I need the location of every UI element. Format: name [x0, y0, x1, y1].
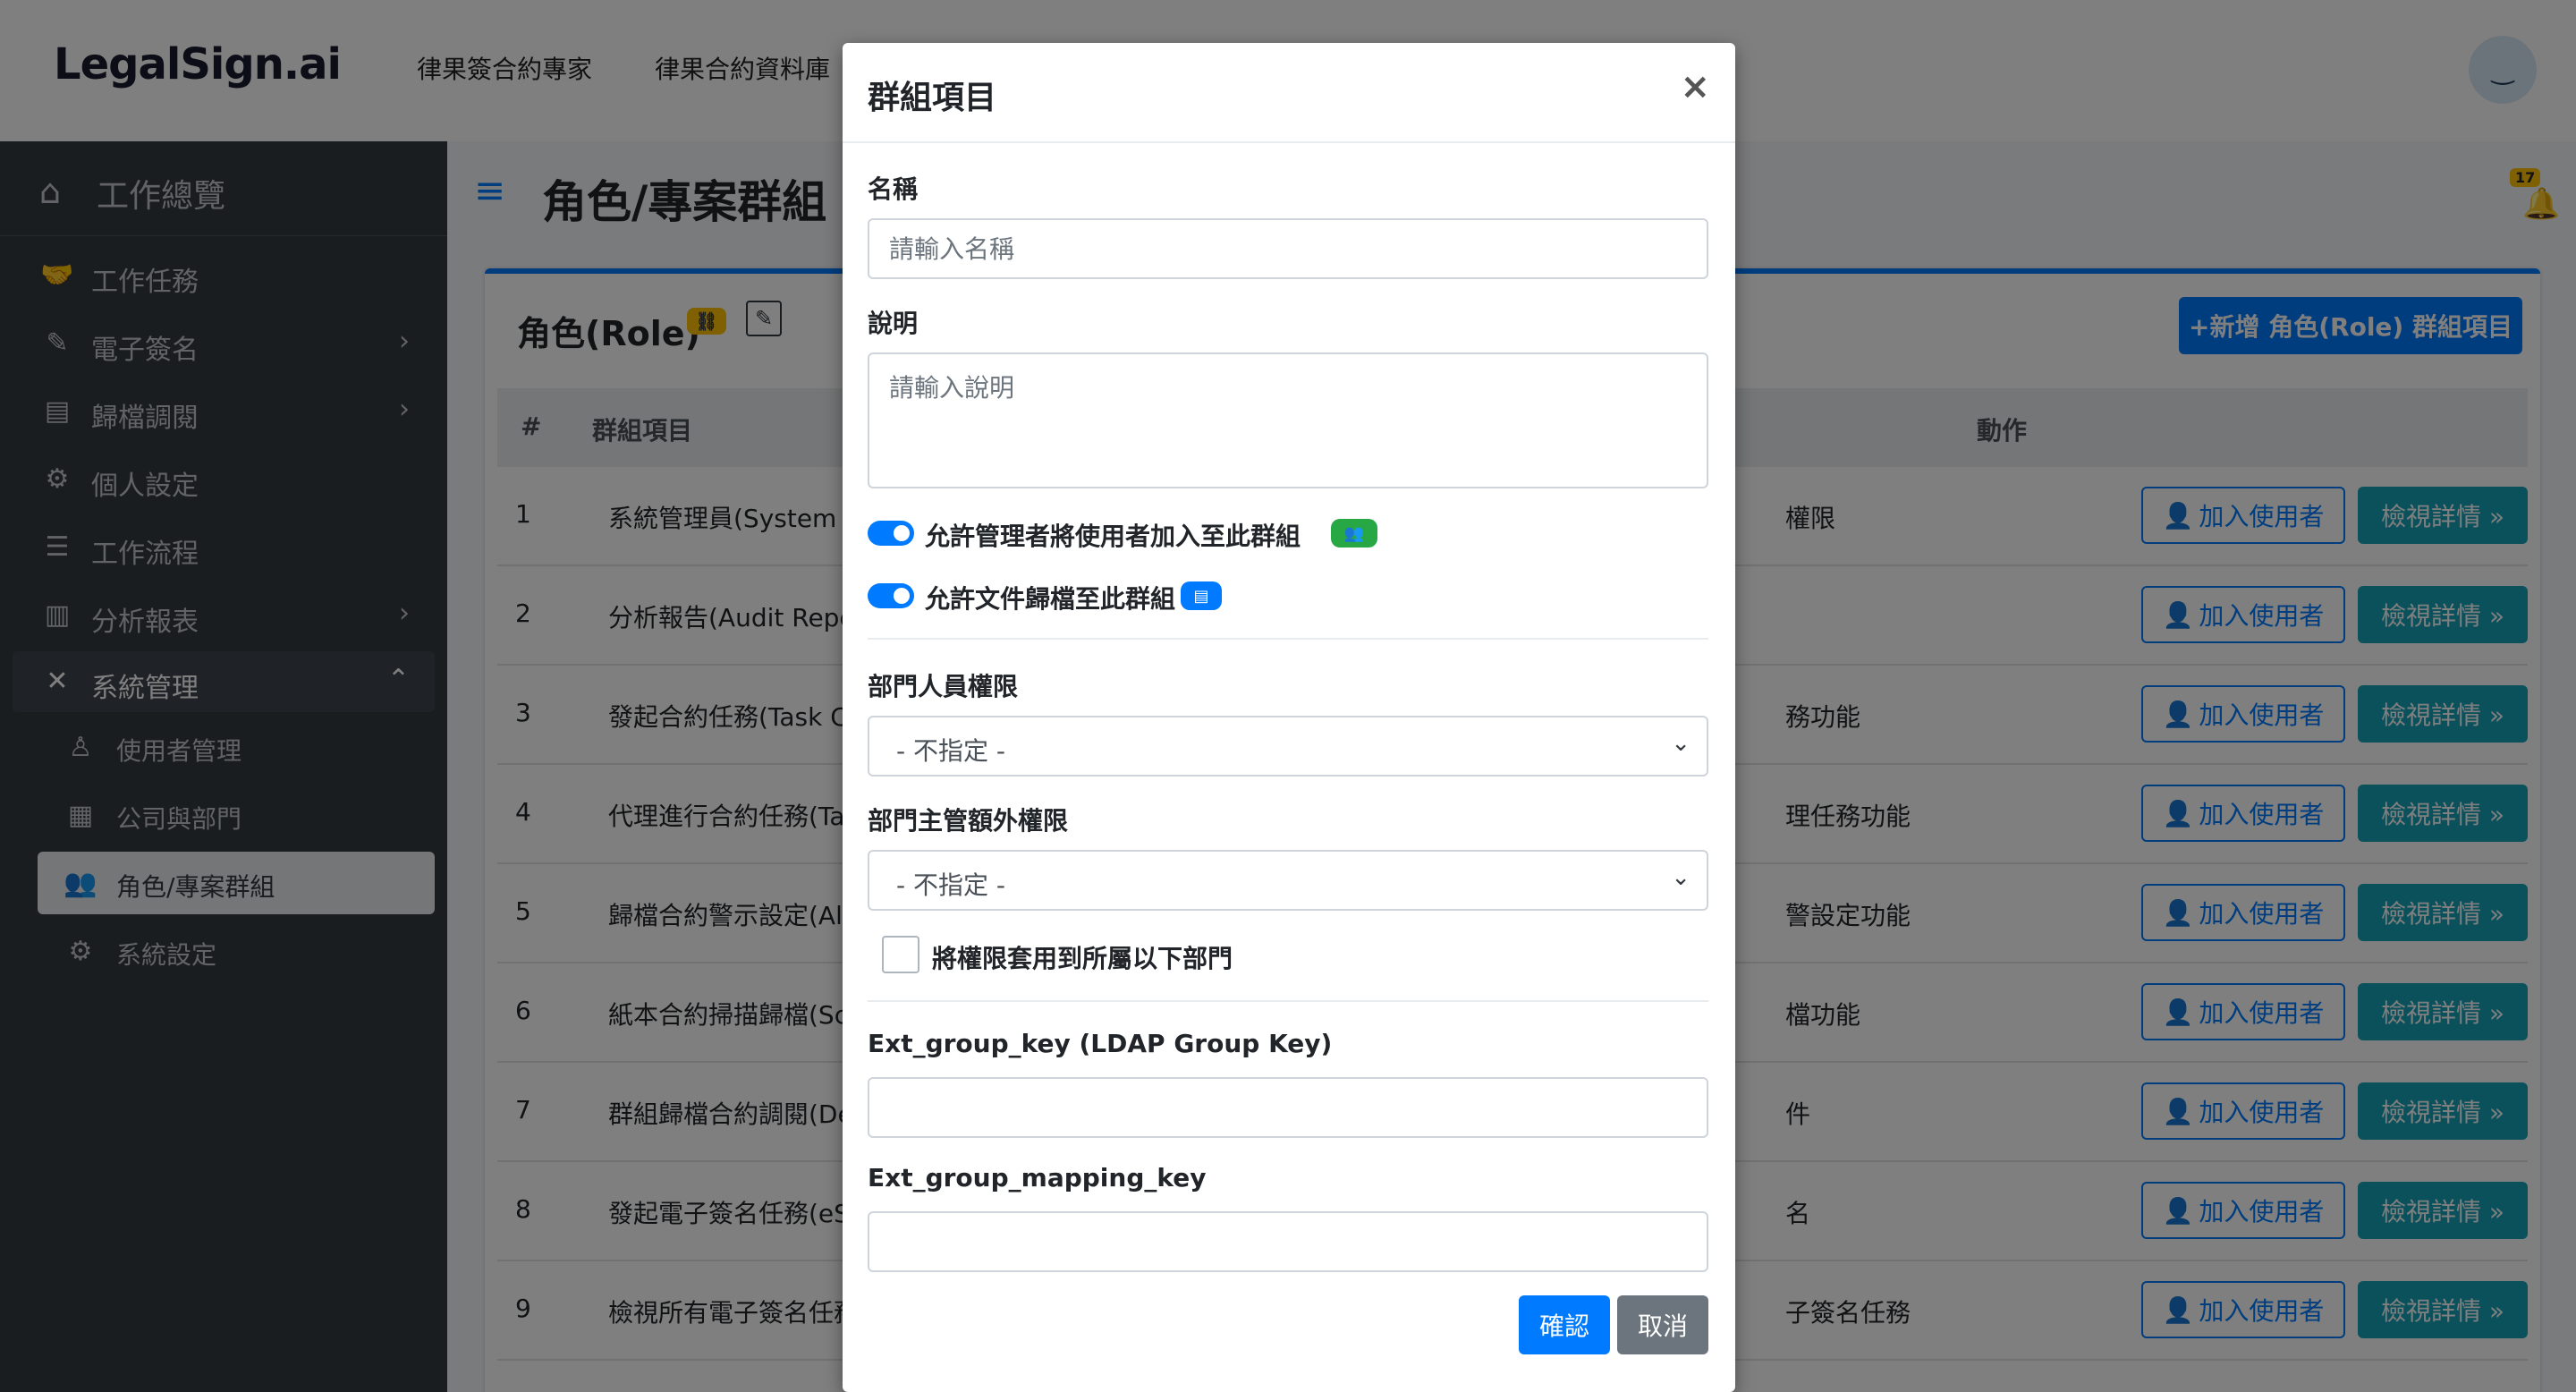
switch-row-allow-add-users: 允許管理者將使用者加入至此群組 👥 [868, 515, 1404, 551]
apply-to-subdepartments-checkbox[interactable] [882, 936, 919, 973]
dept-permission-value: - 不指定 - [896, 736, 1006, 766]
users-badge-icon: 👥 [1331, 519, 1377, 547]
divider [868, 1000, 1708, 1002]
manager-permission-select[interactable]: - 不指定 - ⌄ [868, 850, 1708, 911]
manager-permission-label: 部門主管額外權限 [868, 806, 1069, 836]
dept-permission-select[interactable]: - 不指定 - ⌄ [868, 716, 1708, 777]
description-textarea[interactable] [868, 352, 1708, 488]
modal-header: 群組項目 × [843, 43, 1735, 143]
chevron-down-icon: ⌄ [1671, 730, 1690, 757]
group-item-modal: 群組項目 × 名稱 說明 允許管理者將使用者加入至此群組 👥 允許文件歸檔至此群… [843, 43, 1735, 1392]
name-label: 名稱 [868, 174, 919, 204]
chevron-down-icon: ⌄ [1671, 864, 1690, 891]
switch-row-allow-archive: 允許文件歸檔至此群組 ▤ [868, 578, 1315, 614]
divider [868, 638, 1708, 640]
dept-permission-label: 部門人員權限 [868, 672, 1019, 701]
name-input[interactable] [868, 218, 1708, 279]
ext-group-key-label: Ext_group_key (LDAP Group Key) [868, 1029, 1333, 1058]
description-label: 說明 [868, 309, 919, 338]
ext-group-mapping-key-label: Ext_group_mapping_key [868, 1163, 1207, 1193]
ext-group-key-input[interactable] [868, 1077, 1708, 1138]
allow-add-users-label: 允許管理者將使用者加入至此群組 [925, 522, 1301, 551]
archive-badge-icon: ▤ [1181, 581, 1222, 610]
apply-to-subdepartments-label: 將權限套用到所屬以下部門 [932, 944, 1233, 973]
allow-archive-label: 允許文件歸檔至此群組 [925, 584, 1176, 614]
modal-title: 群組項目 [868, 80, 997, 116]
cancel-button[interactable]: 取消 [1617, 1295, 1708, 1354]
allow-archive-toggle[interactable] [868, 583, 914, 608]
manager-permission-value: - 不指定 - [896, 870, 1006, 900]
ext-group-mapping-key-input[interactable] [868, 1211, 1708, 1272]
confirm-button[interactable]: 確認 [1519, 1295, 1610, 1354]
close-icon[interactable]: × [1680, 66, 1710, 107]
allow-add-users-toggle[interactable] [868, 521, 914, 546]
